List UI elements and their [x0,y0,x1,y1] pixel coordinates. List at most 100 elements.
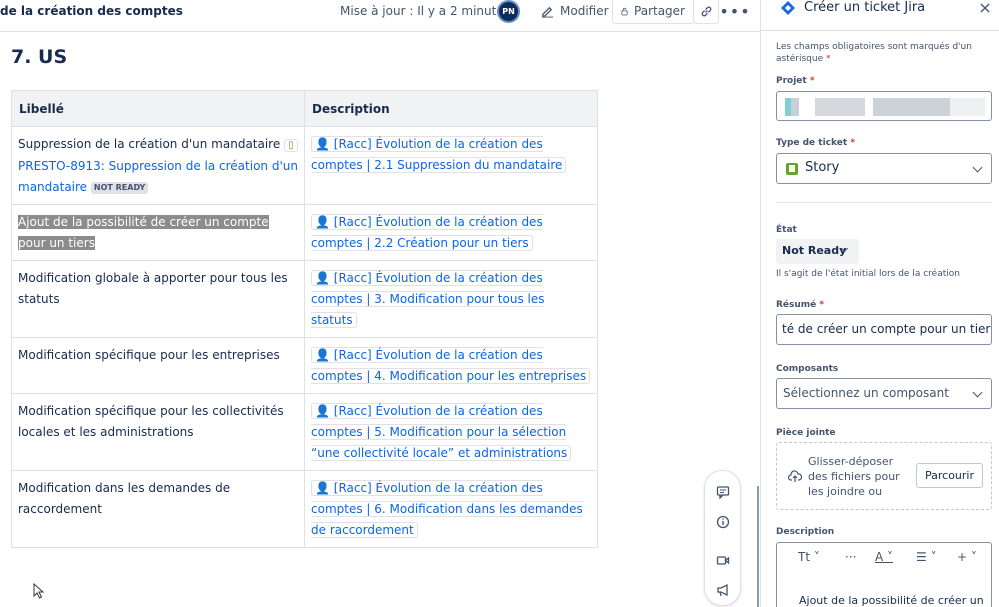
edit-icon [541,6,554,18]
required-asterisk: * [826,54,831,64]
table-cell-label: Ajout de la possibilité de créer un comp… [11,204,305,261]
row-label: Modification spécifique pour les entrepr… [18,348,280,362]
attachment-label: Pièce jointe [776,428,836,438]
description-preview: Ajout de la possibilité de créer un [799,594,984,607]
page-link[interactable]: 👤 [Racc] Évolution de la création des co… [311,480,583,538]
project-label: Projet * [776,76,815,86]
edit-button-label: Modifier [560,4,609,18]
text-style-button[interactable]: Tt ˅ [798,550,820,564]
edit-button[interactable]: Modifier [537,0,613,24]
section-title: 7. US [11,46,68,68]
column-header: Description [304,90,598,127]
link-icon [701,6,711,16]
state-label: État [776,225,797,235]
page-header: de la création des comptes Mise à jour :… [0,0,760,32]
video-icon[interactable] [716,553,730,567]
insert-button[interactable]: + ˅ [957,550,977,564]
jira-create-panel: Créer un ticket Jira Les champs obligato… [760,0,999,607]
table-cell-description: 👤 [Racc] Évolution de la création des co… [304,393,598,471]
page-breadcrumb[interactable]: de la création des comptes [0,4,183,18]
copy-link-button[interactable] [693,0,719,24]
browse-button[interactable]: Parcourir [916,463,983,488]
project-select[interactable] [776,91,992,121]
required-fields-note: Les champs obligatoires sont marqués d'u… [776,41,986,65]
attachment-dropzone[interactable]: Glisser-déposer des fichiers pour les jo… [776,442,992,510]
lock-icon [621,7,628,15]
summary-label: Résumé * [776,300,824,310]
story-icon [786,163,798,175]
table-row: Ajout de la possibilité de créer un comp… [11,204,598,261]
floating-toolbar [704,470,741,606]
page-link[interactable]: 👤 [Racc] Évolution de la création des co… [311,214,543,251]
avatar[interactable]: PN [497,0,520,23]
required-asterisk: * [850,138,856,148]
table-row: Modification spécifique pour les entrepr… [11,337,598,394]
list-button[interactable]: ☰ ˅ [916,550,937,564]
column-header: Libellé [11,90,305,127]
panel-title: Créer un ticket Jira [804,0,926,15]
megaphone-icon[interactable] [716,583,730,597]
bookmark-icon[interactable]: ▯ [284,139,298,152]
table-cell-label: Suppression de la création d'un mandatai… [11,126,305,205]
page-link[interactable]: 👤 [Racc] Évolution de la création des co… [311,136,567,173]
table-cell-label: Modification spécifique pour les entrepr… [11,337,305,394]
table-row: Modification globale à apporter pour tou… [11,260,598,338]
us-table: Libellé Description Suppression de la cr… [11,90,598,548]
row-label: Suppression de la création d'un mandatai… [18,137,281,151]
table-cell-description: 👤 [Racc] Évolution de la création des co… [304,260,598,338]
last-updated-label[interactable]: Mise à jour : Il y a 2 minutes [340,4,510,18]
state-select[interactable]: Not Ready [776,239,859,264]
project-label-text: Projet [776,76,807,86]
share-button[interactable]: Partager [612,0,694,24]
description-editor[interactable]: Tt ˅ ··· A ˅ ☰ ˅ + ˅ Ajout de la possibi… [776,542,992,607]
section-divider [776,202,992,203]
resize-handle[interactable] [757,486,759,607]
more-actions-button[interactable]: ••• [719,0,749,24]
summary-input[interactable]: té de créer un compte pour un tiers [776,314,992,345]
status-badge: NOT READY [90,181,149,194]
text-color-button[interactable]: A ˅ [875,550,893,564]
components-placeholder: Sélectionnez un composant [783,386,949,400]
table-row: Suppression de la création d'un mandatai… [11,126,598,205]
more-icon: ••• [719,1,751,21]
page-link[interactable]: 👤 [Racc] Évolution de la création des co… [311,403,572,461]
required-asterisk: * [809,76,815,86]
required-asterisk: * [819,300,825,310]
close-icon[interactable] [979,2,991,14]
required-note-text: Les champs obligatoires sont marqués d'u… [776,42,972,64]
project-value-blurred [785,98,985,116]
description-label: Description [776,527,835,537]
jira-ticket-link[interactable]: PRESTO-8913: Suppression de la création … [18,159,298,194]
ticket-type-select[interactable]: Story [776,153,992,184]
row-label-selected[interactable]: Ajout de la possibilité de créer un comp… [18,215,269,250]
row-label: Modification globale à apporter pour tou… [18,271,288,306]
state-value: Not Ready [782,244,847,257]
summary-value: té de créer un compte pour un tiers [782,322,992,336]
mouse-cursor-icon [33,583,44,599]
row-label: Modification dans les demandes de raccor… [18,481,231,516]
table-header-row: Libellé Description [11,90,598,127]
share-button-label: Partager [634,4,685,18]
table-cell-description: 👤 [Racc] Évolution de la création des co… [304,204,598,261]
more-formatting-button[interactable]: ··· [845,550,856,564]
summary-label-text: Résumé [776,300,817,310]
components-select[interactable]: Sélectionnez un composant [776,378,992,409]
table-cell-label: Modification dans les demandes de raccor… [11,470,305,548]
table-cell-label: Modification globale à apporter pour tou… [11,260,305,338]
comment-icon[interactable] [716,485,730,499]
chevron-down-icon [972,387,983,398]
table-cell-description: 👤 [Racc] Évolution de la création des co… [304,470,598,548]
page-link[interactable]: 👤 [Racc] Évolution de la création des co… [311,270,545,328]
table-cell-label: Modification spécifique pour les collect… [11,393,305,471]
page-link[interactable]: 👤 [Racc] Évolution de la création des co… [311,347,591,384]
table-row: Modification dans les demandes de raccor… [11,470,598,548]
components-label: Composants [776,364,839,374]
table-cell-description: 👤 [Racc] Évolution de la création des co… [304,337,598,394]
jira-icon [781,1,795,15]
info-icon[interactable] [716,515,730,529]
ticket-type-label-text: Type de ticket [776,138,848,148]
ticket-type-label: Type de ticket * [776,138,855,148]
upload-cloud-icon [788,470,802,482]
attachment-drop-text: Glisser-déposer des fichiers pour les jo… [808,455,900,498]
table-cell-description: 👤 [Racc] Évolution de la création des co… [304,126,598,205]
